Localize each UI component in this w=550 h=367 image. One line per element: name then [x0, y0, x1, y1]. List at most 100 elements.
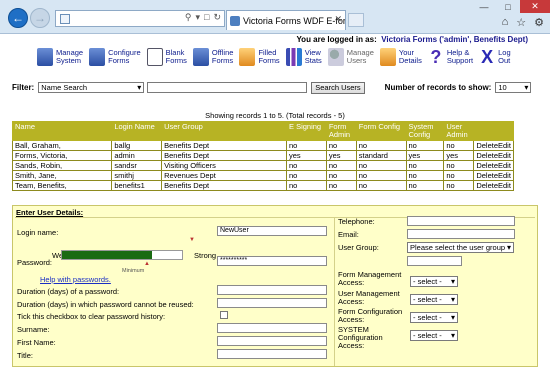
- clear-history-checkbox[interactable]: [220, 311, 228, 319]
- filter-field-select[interactable]: Name Search: [38, 82, 145, 93]
- toolbar-label: Configure Forms: [108, 48, 141, 65]
- table-cell: yes: [325, 150, 357, 161]
- toolbar-label: Manage System: [56, 48, 84, 65]
- toolbar-item-blank-forms[interactable]: Blank Forms: [146, 45, 187, 69]
- column-header: [473, 121, 514, 141]
- close-window-button[interactable]: ✕: [520, 0, 550, 13]
- refresh-icon[interactable]: ↻: [213, 12, 221, 23]
- logged-in-banner: You are logged in as: Victoria Forms ('a…: [0, 35, 550, 44]
- settings-gear-icon[interactable]: ⚙: [534, 16, 544, 29]
- form-config-select[interactable]: - select -: [410, 312, 458, 323]
- table-cell: no: [286, 180, 327, 191]
- table-cell: sandsr: [111, 160, 163, 171]
- user-mgmt-select[interactable]: - select -: [410, 294, 458, 305]
- toolbar-item-manage-system[interactable]: Manage System: [37, 45, 83, 69]
- toolbar-label: Blank Forms: [165, 48, 187, 65]
- toolbar-item-offline-forms[interactable]: Offline Forms: [192, 45, 233, 69]
- column-header: User Admin: [443, 121, 475, 141]
- table-cell: Benefits Dept: [161, 140, 287, 151]
- records-select[interactable]: 10: [495, 82, 532, 93]
- table-cell: no: [443, 140, 475, 151]
- login-input[interactable]: NewUser: [217, 226, 327, 236]
- new-tab-button[interactable]: [348, 13, 364, 27]
- users-table: Name Login Name User Group E Signing Form Ad…: [11, 121, 514, 191]
- table-cell: Team, Benefits,: [11, 180, 113, 191]
- user-group-extra-input[interactable]: [407, 256, 462, 266]
- delete-link[interactable]: Delete: [476, 151, 498, 160]
- table-cell: no: [355, 140, 407, 151]
- duration-input[interactable]: [217, 285, 327, 295]
- toolbar-item-filled-forms[interactable]: Filled Forms: [239, 45, 280, 69]
- table-row: Sands, Robin, sandsr Visiting Officers no no…: [11, 160, 514, 171]
- details-heading: Enter User Details:: [16, 208, 84, 217]
- dropdown-icon[interactable]: ▾: [195, 12, 200, 23]
- search-users-button[interactable]: Search Users: [311, 81, 365, 94]
- edit-link[interactable]: Edit: [498, 161, 511, 170]
- table-cell: no: [355, 160, 407, 171]
- row-actions: DeleteEdit: [473, 170, 514, 181]
- edit-link[interactable]: Edit: [498, 171, 511, 180]
- firstname-input[interactable]: [217, 336, 327, 346]
- row-actions: DeleteEdit: [473, 150, 514, 161]
- table-cell: Smith, Jane,: [11, 170, 113, 181]
- toolbar-item-your-details[interactable]: Your Details: [379, 45, 422, 69]
- table-cell: benefits1: [111, 180, 163, 191]
- user-group-select[interactable]: Please select the user group: [407, 242, 514, 253]
- lock-icon: □: [204, 12, 210, 22]
- table-cell: yes: [443, 150, 475, 161]
- column-header: User Group: [161, 121, 287, 141]
- address-bar[interactable]: ⚲ ▾ □ ↻: [55, 10, 225, 27]
- filter-query-input[interactable]: [147, 82, 308, 93]
- delete-link[interactable]: Delete: [476, 141, 498, 150]
- logged-in-prefix: You are logged in as:: [296, 35, 377, 44]
- table-cell: Benefits Dept: [161, 180, 287, 191]
- table-cell: no: [405, 180, 445, 191]
- form-mgmt-label: Form Management Access:: [338, 270, 402, 287]
- table-cell: yes: [286, 150, 327, 161]
- surname-input[interactable]: [217, 323, 327, 333]
- toolbar-item-logout[interactable]: X Log Out: [479, 45, 511, 69]
- browser-tab[interactable]: Victoria Forms WDF E-form... ✕: [226, 10, 346, 30]
- edit-link[interactable]: Edit: [498, 151, 511, 160]
- home-icon[interactable]: ⌂: [502, 16, 509, 29]
- row-actions: DeleteEdit: [473, 160, 514, 171]
- edit-link[interactable]: Edit: [498, 141, 511, 150]
- table-cell: no: [405, 170, 445, 181]
- row-actions: DeleteEdit: [473, 180, 514, 191]
- email-input[interactable]: [407, 229, 515, 239]
- delete-link[interactable]: Delete: [476, 171, 498, 180]
- duration-reuse-input[interactable]: [217, 298, 327, 308]
- tab-close-icon[interactable]: ✕: [334, 14, 342, 25]
- form-mgmt-select[interactable]: - select -: [410, 276, 458, 287]
- toolbar-item-view-stats[interactable]: View Stats: [285, 45, 322, 69]
- edit-link[interactable]: Edit: [498, 181, 511, 190]
- duration-reuse-label: Duration (days) in which password cannot…: [17, 300, 194, 309]
- table-cell: yes: [405, 150, 445, 161]
- table-cell: no: [325, 140, 357, 151]
- table-row: Ball, Graham, ballg Benefits Dept no no no no n…: [11, 140, 514, 151]
- password-input[interactable]: **********: [217, 256, 327, 266]
- telephone-input[interactable]: [407, 216, 515, 226]
- delete-link[interactable]: Delete: [476, 161, 498, 170]
- password-help-link[interactable]: Help with passwords.: [40, 275, 111, 284]
- toolbar-item-configure-forms[interactable]: Configure Forms: [89, 45, 141, 69]
- table-cell: standard: [355, 150, 407, 161]
- maximize-button[interactable]: □: [496, 0, 520, 13]
- back-button[interactable]: ←: [8, 8, 28, 28]
- system-config-select[interactable]: - select -: [410, 330, 458, 341]
- favorites-icon[interactable]: ☆: [516, 16, 526, 29]
- toolbar-item-help[interactable]: ? Help & Support: [428, 45, 473, 69]
- search-icon[interactable]: ⚲: [185, 12, 192, 23]
- table-cell: no: [286, 170, 327, 181]
- title-input[interactable]: [217, 349, 327, 359]
- minimize-button[interactable]: —: [472, 0, 496, 13]
- email-label: Email:: [338, 230, 359, 239]
- user-mgmt-label: User Management Access:: [338, 289, 400, 306]
- delete-link[interactable]: Delete: [476, 181, 498, 190]
- toolbar-item-manage-users[interactable]: Manage Users: [327, 45, 374, 69]
- forward-button[interactable]: →: [30, 8, 50, 28]
- table-cell: Revenues Dept: [161, 170, 287, 181]
- table-cell: no: [325, 170, 357, 181]
- column-header: E Signing: [286, 121, 327, 141]
- offline-forms-icon: [192, 48, 209, 66]
